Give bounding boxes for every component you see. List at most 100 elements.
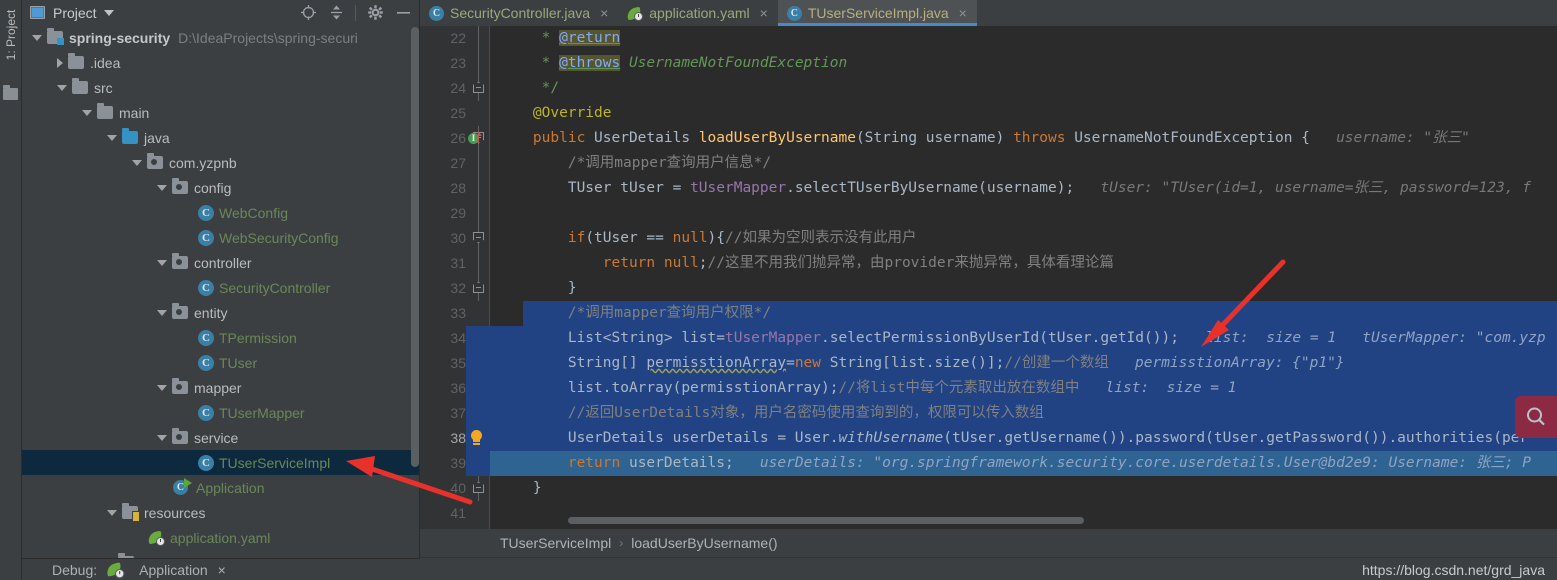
- code-line-37[interactable]: 37 //返回UserDetails对象，用户名密码使用查询到的，权限可以传入数…: [420, 401, 1557, 426]
- code-text[interactable]: UserDetails userDetails = User.withUsern…: [498, 426, 1557, 451]
- tree-twisty-open-icon[interactable]: [157, 384, 167, 391]
- tree-node-controller[interactable]: controller: [22, 250, 420, 275]
- code-line-34[interactable]: 34 List<String> list=tUserMapper.selectP…: [420, 326, 1557, 351]
- search-magnifier-icon[interactable]: [1515, 396, 1557, 438]
- tree-twisty-open-icon[interactable]: [32, 34, 42, 41]
- code-line-28[interactable]: 28 TUser tUser = tUserMapper.selectTUser…: [420, 176, 1557, 201]
- tree-node-tusermapper[interactable]: C TUserMapper: [22, 400, 420, 425]
- tree-node-websecurityconfig[interactable]: C WebSecurityConfig: [22, 225, 420, 250]
- tree-node-main[interactable]: main: [22, 100, 420, 125]
- code-text[interactable]: //返回UserDetails对象，用户名密码使用查询到的，权限可以传入数组: [498, 401, 1557, 426]
- code-text[interactable]: if(tUser == null){//如果为空则表示没有此用户: [498, 226, 1557, 251]
- code-line-22[interactable]: 22 * @return: [420, 26, 1557, 51]
- tree-twisty-open-icon[interactable]: [107, 134, 117, 141]
- tree-node-src[interactable]: src: [22, 75, 420, 100]
- implementing-method-marker-icon[interactable]: I: [468, 132, 482, 145]
- tree-node--idea[interactable]: .idea: [22, 50, 420, 75]
- tree-node-webapp[interactable]: webapp: [22, 550, 420, 558]
- code-editor[interactable]: 22 * @return 23 * @throws UsernameNotFoun…: [420, 26, 1557, 530]
- tree-twisty-open-icon[interactable]: [157, 259, 167, 266]
- code-line-33[interactable]: 33 /*调用mapper查询用户权限*/: [420, 301, 1557, 326]
- project-tree[interactable]: spring-security D:\IdeaProjects\spring-se…: [22, 25, 420, 558]
- tree-node-spring-security[interactable]: spring-security D:\IdeaProjects\spring-se…: [22, 25, 420, 50]
- close-icon[interactable]: ×: [600, 6, 608, 20]
- tree-node-config[interactable]: config: [22, 175, 420, 200]
- minimize-icon[interactable]: [390, 1, 416, 25]
- settings-gear-icon[interactable]: [362, 1, 388, 25]
- tree-node-resources[interactable]: resources: [22, 500, 420, 525]
- editor-tab-tuserserviceimpl-java[interactable]: C TUserServiceImpl.java ×: [777, 0, 977, 26]
- tree-node-tpermission[interactable]: C TPermission: [22, 325, 420, 350]
- code-text[interactable]: TUser tUser = tUserMapper.selectTUserByU…: [498, 176, 1557, 201]
- code-line-32[interactable]: 32 }: [420, 276, 1557, 301]
- code-text[interactable]: return null;//这里不用我们抛异常，由provider来抛异常，具体…: [498, 251, 1557, 276]
- code-line-24[interactable]: 24 */: [420, 76, 1557, 101]
- code-fold-up-icon[interactable]: [473, 76, 484, 101]
- tree-node-java[interactable]: java: [22, 125, 420, 150]
- tree-node-tuser[interactable]: C TUser: [22, 350, 420, 375]
- horizontal-scrollbar-track[interactable]: [490, 511, 1557, 530]
- code-line-31[interactable]: 31 return null;//这里不用我们抛异常，由provider来抛异常…: [420, 251, 1557, 276]
- code-line-30[interactable]: 30 if(tUser == null){//如果为空则表示没有此用户: [420, 226, 1557, 251]
- breadcrumb-method[interactable]: loadUserByUsername(): [631, 535, 777, 551]
- tree-twisty-closed-icon[interactable]: [57, 57, 63, 68]
- tree-twisty-open-icon[interactable]: [107, 509, 117, 516]
- horizontal-scrollbar-thumb[interactable]: [568, 517, 1084, 524]
- intention-bulb-icon[interactable]: [470, 430, 483, 447]
- code-fold-down-icon[interactable]: [473, 226, 484, 251]
- code-line-29[interactable]: 29: [420, 201, 1557, 226]
- code-text[interactable]: list.toArray(permisstionArray);//将list中每…: [498, 376, 1557, 401]
- tree-twisty-open-icon[interactable]: [132, 159, 142, 166]
- code-text[interactable]: public UserDetails loadUserByUsername(St…: [498, 126, 1557, 151]
- code-text[interactable]: List<String> list=tUserMapper.selectPerm…: [498, 326, 1557, 351]
- code-text[interactable]: return userDetails; userDetails: "org.sp…: [498, 451, 1557, 476]
- code-fold-up-icon[interactable]: [473, 476, 484, 501]
- debug-config-name[interactable]: Application: [139, 562, 208, 578]
- code-text[interactable]: * @return: [498, 26, 1557, 51]
- collapse-all-icon[interactable]: [323, 1, 349, 25]
- code-text[interactable]: * @throws UsernameNotFoundException: [498, 51, 1557, 76]
- code-text[interactable]: */: [498, 76, 1557, 101]
- chevron-down-icon[interactable]: [103, 9, 114, 16]
- tree-node-tuserserviceimpl[interactable]: C TUserServiceImpl: [22, 450, 420, 475]
- tree-node-securitycontroller[interactable]: C SecurityController: [22, 275, 420, 300]
- code-line-25[interactable]: 25 @Override: [420, 101, 1557, 126]
- tree-node-webconfig[interactable]: C WebConfig: [22, 200, 420, 225]
- code-text[interactable]: /*调用mapper查询用户信息*/: [498, 151, 1557, 176]
- tree-twisty-open-icon[interactable]: [157, 309, 167, 316]
- tree-node-service[interactable]: service: [22, 425, 420, 450]
- locate-icon[interactable]: [295, 1, 321, 25]
- editor-tab-application-yaml[interactable]: application.yaml ×: [618, 0, 778, 26]
- tree-node-com-yzpnb[interactable]: com.yzpnb: [22, 150, 420, 175]
- breadcrumb-class[interactable]: TUserServiceImpl: [500, 535, 611, 551]
- project-tree-scrollbar[interactable]: [411, 27, 419, 467]
- tree-twisty-open-icon[interactable]: [157, 184, 167, 191]
- code-lines[interactable]: 22 * @return 23 * @throws UsernameNotFoun…: [420, 26, 1557, 530]
- code-line-38[interactable]: 38 UserDetails userDetails = User.withUs…: [420, 426, 1557, 451]
- tree-node-entity[interactable]: entity: [22, 300, 420, 325]
- code-text[interactable]: @Override: [498, 101, 1557, 126]
- close-icon[interactable]: ×: [959, 6, 967, 20]
- code-text[interactable]: String[] permisstionArray=new String[lis…: [498, 351, 1557, 376]
- close-icon[interactable]: ×: [760, 6, 768, 20]
- tree-twisty-open-icon[interactable]: [82, 109, 92, 116]
- tree-node-mapper[interactable]: mapper: [22, 375, 420, 400]
- code-fold-up-icon[interactable]: [473, 276, 484, 301]
- code-text[interactable]: }: [498, 276, 1557, 301]
- tree-node-application[interactable]: C Application: [22, 475, 420, 500]
- code-text[interactable]: }: [498, 476, 1557, 501]
- tree-twisty-open-icon[interactable]: [57, 84, 67, 91]
- tree-node-application-yaml[interactable]: application.yaml: [22, 525, 420, 550]
- code-line-27[interactable]: 27 /*调用mapper查询用户信息*/: [420, 151, 1557, 176]
- code-line-39[interactable]: 39 return userDetails; userDetails: "org…: [420, 451, 1557, 476]
- project-tool-window-tab[interactable]: 1: Project: [0, 2, 22, 68]
- debug-close-icon[interactable]: ×: [218, 562, 226, 578]
- code-line-36[interactable]: 36 list.toArray(permisstionArray);//将lis…: [420, 376, 1557, 401]
- code-line-23[interactable]: 23 * @throws UsernameNotFoundException: [420, 51, 1557, 76]
- code-line-40[interactable]: 40 }: [420, 476, 1557, 501]
- code-line-26[interactable]: 26 I public UserDetails loadUserByUsernam…: [420, 126, 1557, 151]
- code-text[interactable]: /*调用mapper查询用户权限*/: [498, 301, 1557, 326]
- code-line-35[interactable]: 35 String[] permisstionArray=new String[…: [420, 351, 1557, 376]
- editor-tab-securitycontroller-java[interactable]: C SecurityController.java ×: [420, 0, 618, 26]
- tree-twisty-open-icon[interactable]: [157, 434, 167, 441]
